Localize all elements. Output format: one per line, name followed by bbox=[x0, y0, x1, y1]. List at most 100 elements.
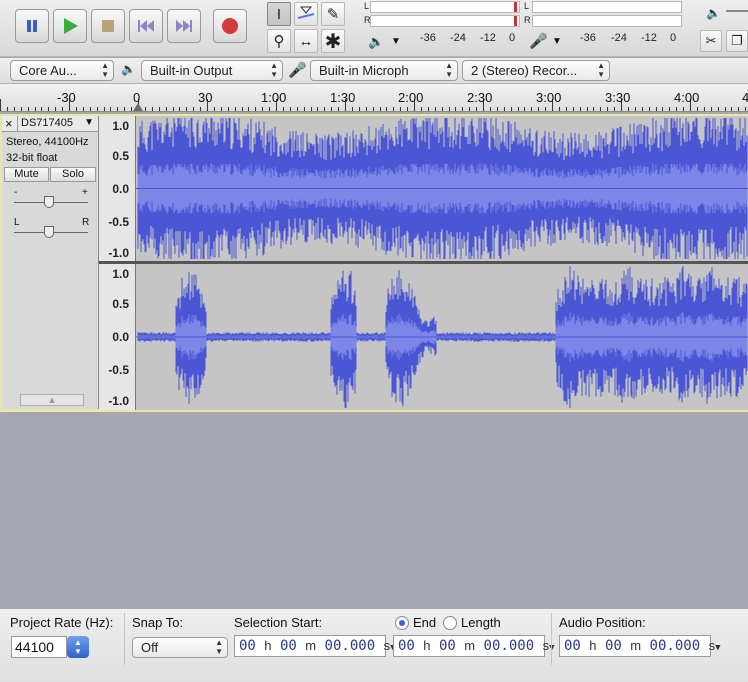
hours-unit: h bbox=[264, 638, 272, 653]
hours-value: 00 bbox=[398, 638, 415, 654]
seconds-value: 00.000 bbox=[649, 638, 701, 654]
project-rate-dropdown[interactable]: ▲ ▼ bbox=[67, 636, 89, 658]
ruler-label: 3:30 bbox=[605, 90, 631, 105]
record-meter-left[interactable] bbox=[532, 1, 682, 13]
cut-button[interactable]: ✂ bbox=[700, 30, 722, 52]
hours-unit: h bbox=[589, 638, 597, 653]
i-beam-icon: I bbox=[276, 5, 282, 23]
skip-to-end-button[interactable] bbox=[167, 9, 201, 43]
updown-arrows-icon: ▲ ▼ bbox=[597, 61, 605, 79]
speaker-icon[interactable]: 🔈 bbox=[368, 34, 384, 50]
selection-end-field[interactable]: 00 h 00 m 00.000 s▼ bbox=[393, 635, 554, 657]
vertical-scale-left-channel[interactable]: 1.0 0.5 0.0 -0.5 -1.0 bbox=[99, 116, 136, 261]
record-button[interactable] bbox=[213, 9, 247, 43]
scale-label: 0.0 bbox=[112, 182, 129, 196]
hours-value: 00 bbox=[239, 638, 256, 654]
minutes-unit: m bbox=[630, 638, 642, 653]
skip-to-end-icon bbox=[176, 20, 192, 32]
ruler-label: 30 bbox=[198, 90, 213, 105]
track-menu-arrow-icon: ▼ bbox=[84, 117, 94, 128]
selection-tool[interactable]: I bbox=[267, 2, 291, 26]
ruler-label: 4:00 bbox=[674, 90, 700, 105]
speaker-icon: 🔈 bbox=[121, 62, 136, 76]
skip-to-start-icon bbox=[138, 20, 154, 32]
track-control-panel: × DS717405 ▼ Stereo, 44100Hz 32-bit floa… bbox=[2, 116, 99, 409]
scissors-icon: ✂ bbox=[705, 33, 717, 48]
scale-label: -0.5 bbox=[108, 215, 129, 229]
gain-slider-thumb[interactable] bbox=[44, 196, 54, 208]
snap-to-value: Off bbox=[141, 640, 159, 655]
time-shift-tool[interactable]: ↔ bbox=[294, 29, 318, 53]
length-radio[interactable] bbox=[443, 616, 457, 630]
record-meter-right[interactable] bbox=[532, 15, 682, 27]
minutes-value: 00 bbox=[279, 638, 297, 654]
record-meter-dropdown-icon[interactable]: ▼ bbox=[552, 36, 562, 47]
audio-host-select[interactable]: Core Au... ▲ ▼ bbox=[10, 60, 114, 81]
waveform-left-svg bbox=[136, 118, 748, 259]
minutes-unit: m bbox=[464, 638, 476, 653]
scale-label: 1.0 bbox=[112, 119, 129, 133]
minutes-value: 00 bbox=[438, 638, 456, 654]
seconds-value: 00.000 bbox=[483, 638, 535, 654]
play-button[interactable] bbox=[53, 9, 87, 43]
snap-to-select[interactable]: Off ▲ ▼ bbox=[132, 637, 228, 658]
gain-plus-label: + bbox=[82, 187, 88, 198]
empty-track-area[interactable] bbox=[0, 412, 748, 608]
pan-slider-thumb[interactable] bbox=[44, 226, 54, 238]
zoom-tool[interactable]: ⚲ bbox=[267, 29, 291, 53]
selection-toolbar: Project Rate (Hz): 44100 ▲ ▼ Snap To: Off… bbox=[0, 608, 748, 682]
waveform-right-channel[interactable] bbox=[136, 264, 748, 410]
output-volume-icon[interactable]: 🔈 bbox=[706, 6, 721, 20]
multi-tool[interactable]: ✱ bbox=[321, 29, 345, 53]
playback-scale-0: 0 bbox=[509, 32, 516, 44]
track-format-info: 32-bit float bbox=[6, 152, 58, 164]
dropdown-arrow-icon: ▼ bbox=[715, 643, 721, 653]
pan-left-label: L bbox=[14, 217, 20, 228]
end-radio[interactable] bbox=[395, 616, 409, 630]
playback-meter-right[interactable] bbox=[370, 15, 520, 27]
skip-to-start-button[interactable] bbox=[129, 9, 163, 43]
envelope-tool[interactable] bbox=[294, 2, 318, 26]
pause-button[interactable] bbox=[15, 9, 49, 43]
vertical-scale-right-channel[interactable]: 1.0 0.5 0.0 -0.5 -1.0 bbox=[99, 264, 136, 410]
input-device-select[interactable]: Built-in Microph ▲ ▼ bbox=[310, 60, 458, 81]
collapse-track-button[interactable]: ▲ bbox=[20, 394, 84, 406]
draw-tool[interactable]: ✎ bbox=[321, 2, 345, 26]
updown-arrows-icon: ▲ ▼ bbox=[101, 61, 109, 79]
track-menu-button[interactable]: DS717405 ▼ bbox=[17, 116, 98, 132]
close-track-icon[interactable]: × bbox=[5, 116, 13, 131]
playback-meter-dropdown-icon[interactable]: ▼ bbox=[391, 36, 401, 47]
output-device-select[interactable]: Built-in Output ▲ ▼ bbox=[141, 60, 283, 81]
hours-unit: h bbox=[423, 638, 431, 653]
ruler-label: 3:00 bbox=[536, 90, 562, 105]
scale-label: -0.5 bbox=[108, 363, 129, 377]
record-scale-24: -24 bbox=[611, 32, 627, 44]
divider bbox=[124, 613, 125, 665]
stop-button[interactable] bbox=[91, 9, 125, 43]
solo-button[interactable]: Solo bbox=[50, 167, 96, 182]
record-icon bbox=[222, 18, 238, 34]
audio-position-field[interactable]: 00 h 00 m 00.000 s▼ bbox=[559, 635, 720, 657]
divider bbox=[551, 613, 552, 665]
envelope-icon bbox=[297, 6, 315, 19]
scale-label: 0.0 bbox=[112, 330, 129, 344]
scale-label: -1.0 bbox=[108, 394, 129, 408]
copy-button[interactable]: ❐ bbox=[726, 30, 748, 52]
playhead-marker-icon[interactable] bbox=[133, 103, 143, 111]
minutes-value: 00 bbox=[604, 638, 622, 654]
input-channels-select[interactable]: 2 (Stereo) Recor... ▲ ▼ bbox=[462, 60, 610, 81]
timeline-ruler[interactable]: -30 0 30 1:00 1:30 2:00 2:30 3:00 3:30 4… bbox=[0, 84, 748, 112]
gain-minus-label: - bbox=[14, 187, 18, 198]
playback-meter-left[interactable] bbox=[370, 1, 520, 13]
output-volume-slider[interactable] bbox=[726, 10, 748, 12]
waveform-left-channel[interactable] bbox=[136, 116, 748, 261]
track-panel: × DS717405 ▼ Stereo, 44100Hz 32-bit floa… bbox=[0, 114, 748, 412]
top-toolbar: I ✎ ⚲ ↔ ✱ L R 🔈 ▼ -36 -24 -12 0 L R 🎤 ▼ … bbox=[0, 0, 748, 57]
asterisk-icon: ✱ bbox=[324, 30, 342, 53]
selection-start-field[interactable]: 00 h 00 m 00.000 s▼ bbox=[234, 635, 395, 657]
mute-button[interactable]: Mute bbox=[4, 167, 49, 182]
audio-host-value: Core Au... bbox=[19, 63, 77, 78]
project-rate-input[interactable]: 44100 bbox=[11, 636, 67, 658]
microphone-icon[interactable]: 🎤 bbox=[529, 32, 548, 50]
record-meter-left-label: L bbox=[524, 1, 530, 11]
